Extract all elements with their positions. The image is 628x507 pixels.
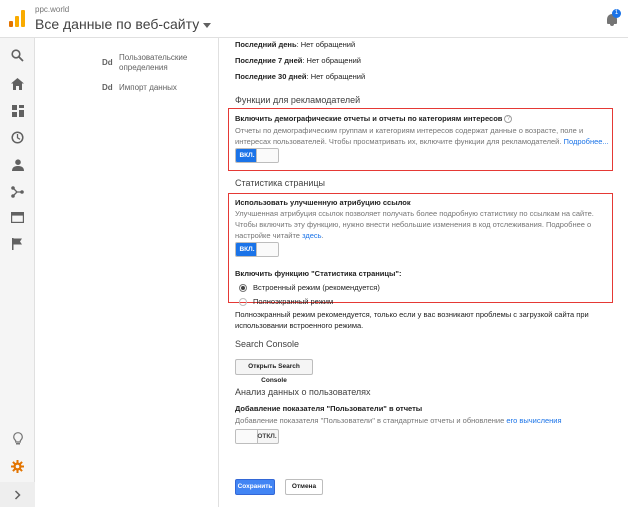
demographics-setting-title: Включить демографические отчеты и отчеты… [235,114,513,124]
toggle-on-label: ВКЛ. [236,149,258,162]
dd-icon: Dd [102,58,113,67]
radio-embedded-mode[interactable]: Встроенный режим (рекомендуется) [239,283,380,293]
clock-icon[interactable] [10,130,25,145]
behavior-icon[interactable] [10,210,25,225]
gear-icon[interactable] [10,459,25,474]
search-icon[interactable] [10,48,25,63]
open-search-console-button[interactable]: Открыть Search Console [235,359,313,384]
last-7-days-row: Последние 7 дней: Нет обращений [235,56,361,65]
home-icon[interactable] [10,76,25,91]
account-name: ppc.world [35,5,70,14]
admin-item-data-import[interactable]: Импорт данных [119,83,177,92]
more-link[interactable]: Подробнее... [564,137,609,146]
caret-down-icon [203,22,212,28]
acquisition-icon[interactable] [10,184,25,199]
enable-page-analytics-label: Включить функцию "Статистика страницы": [235,269,402,278]
admin-column: Dd Пользовательские определения Dd Импор… [36,38,219,507]
users-metric-title: Добавление показателя "Пользователи" в о… [235,404,423,413]
admin-item-custom-definitions[interactable]: Пользовательские определения [119,53,209,73]
fullscreen-note: Полноэкранный режим рекомендуется, тольк… [235,310,589,330]
last-30-days-row: Последние 30 дней: Нет обращений [235,72,366,81]
demographics-description: Отчеты по демографическим группам и кате… [235,126,609,146]
notification-badge: 1 [612,9,621,18]
link-attribution-description: Улучшенная атрибуция ссылок позволяет по… [235,209,594,240]
link-attribution-title: Использовать улучшенную атрибуцию ссылок [235,198,411,207]
lightbulb-icon[interactable] [10,431,25,446]
flag-icon[interactable] [10,236,25,251]
users-metric-description: Добавление показателя "Пользователи" в с… [235,416,562,425]
radio-unchecked-icon[interactable] [239,298,247,307]
save-button[interactable]: Сохранить [235,479,275,495]
advertiser-features-title: Функции для рекламодателей [235,95,361,105]
users-metric-toggle[interactable]: ОТКЛ. [235,429,279,444]
person-icon[interactable] [10,157,25,172]
user-analysis-title: Анализ данных о пользователях [235,387,371,397]
top-bar: ppc.world Все данные по веб-сайту 1 [0,0,628,38]
last-day-row: Последний день: Нет обращений [235,40,356,49]
dd-icon: Dd [102,83,113,92]
calculation-link[interactable]: его вычисления [506,416,561,425]
help-icon[interactable]: ? [504,115,513,124]
customization-icon[interactable] [10,103,25,118]
property-name: Все данные по веб-сайту [35,16,200,32]
toggle-on-label: ВКЛ. [236,243,258,256]
here-link[interactable]: здесь [302,231,321,240]
property-selector[interactable]: Все данные по веб-сайту [35,16,212,32]
cancel-button[interactable]: Отмена [285,479,323,495]
left-nav-rail [0,38,35,507]
demographics-toggle[interactable]: ВКЛ. [235,148,279,163]
analytics-logo-icon[interactable] [9,9,25,27]
chevron-right-icon[interactable] [10,487,25,502]
search-console-title: Search Console [235,339,300,349]
link-attribution-toggle[interactable]: ВКЛ. [235,242,279,257]
radio-fullscreen-mode[interactable]: Полноэкранный режим [239,297,333,307]
toggle-off-label: ОТКЛ. [257,433,277,440]
expand-rail-bar[interactable] [0,482,35,507]
radio-checked-icon[interactable] [239,284,247,293]
page-analytics-title: Статистика страницы [235,178,326,188]
